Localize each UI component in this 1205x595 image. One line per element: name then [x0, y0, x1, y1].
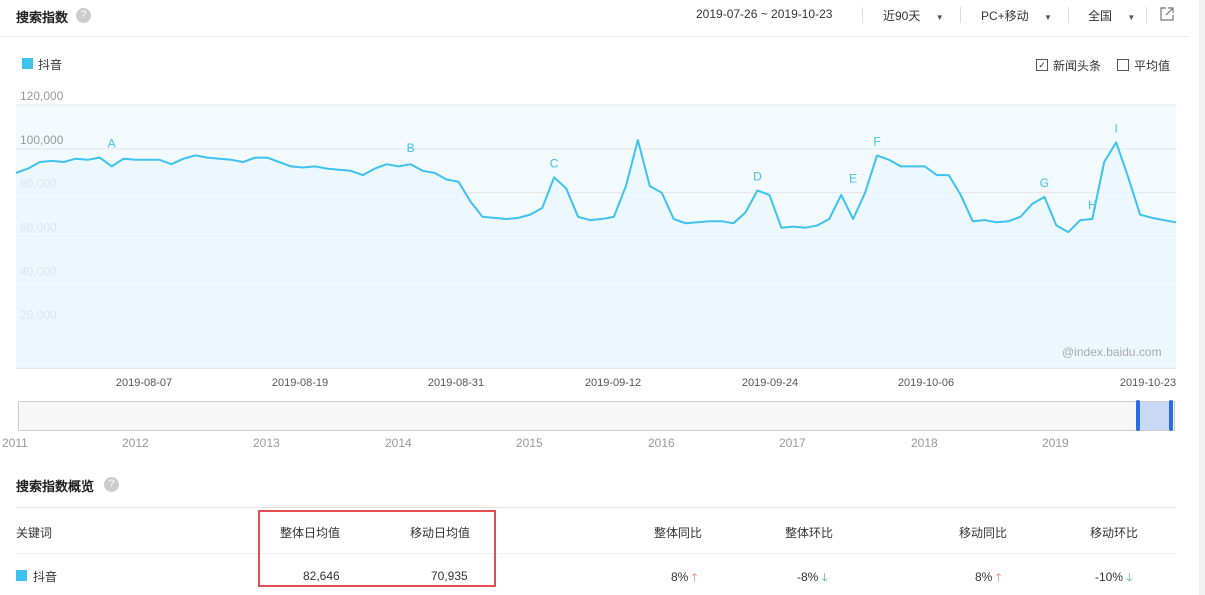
caret-down-icon: ▼ [1127, 13, 1136, 22]
y-tick-label: 100,000 [20, 133, 64, 147]
x-tick-label: 2019-08-31 [428, 377, 484, 389]
help-icon[interactable]: ? [76, 8, 91, 23]
mobile-yoy-cell: 8% 🡑 [975, 569, 1001, 588]
divider [1146, 7, 1147, 23]
help-icon[interactable]: ? [104, 477, 119, 492]
annotation-label: E [849, 172, 857, 186]
overall-mom-value: -8% [797, 570, 819, 584]
timeline-handle-right[interactable] [1169, 400, 1173, 431]
timeline-year-label: 2012 [122, 436, 149, 450]
overall-yoy-value: 8% [671, 570, 689, 584]
section-title: 搜索指数 [16, 10, 69, 25]
timeline-year-label: 2015 [516, 436, 543, 450]
average-label: 平均值 [1134, 59, 1171, 73]
device-dropdown[interactable]: PC+移动 ▼ [981, 7, 1052, 24]
timeline-year-label: 2019 [1042, 436, 1069, 450]
timeline-selection[interactable] [1138, 402, 1172, 430]
news-label: 新闻头条 [1053, 59, 1102, 73]
x-tick-label: 2019-09-24 [742, 377, 798, 389]
col-mobile-yoy: 移动同比 [959, 526, 1008, 540]
device-label: PC+移动 [981, 9, 1029, 23]
y-tick-label: 120,000 [20, 90, 64, 103]
annotation-label: H [1088, 198, 1097, 212]
row-divider [16, 553, 1176, 554]
legend-swatch [22, 58, 33, 69]
timeline-year-label: 2013 [253, 436, 280, 450]
region-dropdown[interactable]: 全国 ▼ [1088, 7, 1135, 24]
col-overall-yoy: 整体同比 [654, 526, 703, 540]
date-range-display[interactable]: 2019-07-26 ~ 2019-10-23 [696, 7, 832, 21]
annotation-label: A [108, 137, 116, 151]
news-checkbox[interactable]: ✓ [1036, 59, 1048, 71]
timeline-handle-left[interactable] [1136, 400, 1140, 431]
arrow-up-icon: 🡑 [995, 572, 1002, 584]
x-tick-label: 2019-09-12 [585, 377, 641, 389]
mobile-yoy-value: 8% [975, 570, 993, 584]
col-overall-mom: 整体环比 [785, 526, 834, 540]
annotation-label: D [753, 169, 762, 183]
arrow-up-icon: 🡑 [691, 572, 698, 584]
caret-down-icon: ▼ [935, 13, 944, 22]
annotation-label: I [1115, 121, 1118, 135]
region-label: 全国 [1088, 9, 1113, 23]
arrow-down-icon: 🡓 [1126, 572, 1133, 584]
x-tick-label: 2019-08-07 [116, 377, 172, 389]
timeline-slider[interactable] [18, 401, 1175, 431]
timeline-year-label: 2014 [385, 436, 412, 450]
keyword-swatch [16, 570, 27, 581]
period-dropdown[interactable]: 近90天 ▼ [883, 7, 944, 24]
watermark: @index.baidu.com [1062, 345, 1162, 359]
highlight-box [258, 510, 496, 587]
overall-mom-cell: -8% 🡓 [797, 569, 827, 588]
annotation-label: C [550, 156, 559, 170]
annotation-label: F [873, 134, 880, 148]
period-label: 近90天 [883, 9, 921, 23]
legend-label: 抖音 [38, 58, 63, 72]
external-link-icon[interactable] [1160, 7, 1174, 26]
mobile-mom-cell: -10% 🡓 [1095, 569, 1132, 588]
mobile-mom-value: -10% [1095, 570, 1124, 584]
caret-down-icon: ▼ [1044, 13, 1052, 22]
col-mobile-mom: 移动环比 [1090, 526, 1139, 540]
col-keyword: 关键词 [16, 526, 53, 540]
overall-yoy-cell: 8% 🡑 [671, 569, 697, 588]
timeline-year-label: 2018 [911, 436, 938, 450]
arrow-down-icon: 🡓 [821, 572, 828, 584]
page-scrollbar[interactable] [1199, 0, 1205, 595]
divider [960, 7, 961, 23]
keyword-cell: 抖音 [33, 570, 58, 584]
timeline-year-label: 2017 [779, 436, 806, 450]
x-tick-label: 2019-08-19 [272, 377, 328, 389]
annotation-label: G [1040, 176, 1049, 190]
x-tick-label: 2019-10-23 [1120, 377, 1176, 389]
x-tick-label: 2019-10-06 [898, 377, 954, 389]
overview-title: 搜索指数概览 [16, 479, 95, 494]
search-index-chart[interactable]: 120,000100,00080,00060,00040,00020,000AB… [0, 90, 1190, 390]
average-checkbox[interactable] [1117, 59, 1129, 71]
divider [862, 7, 863, 23]
timeline-year-label: 2016 [648, 436, 675, 450]
timeline-year-label: 2011 [2, 436, 28, 450]
annotation-label: B [407, 141, 415, 155]
table-divider [16, 507, 1176, 508]
divider [1068, 7, 1069, 23]
